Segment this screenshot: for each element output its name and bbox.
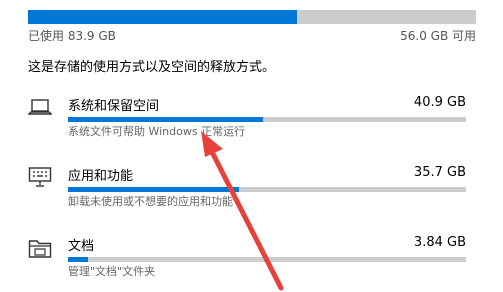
category-size: 35.7 GB xyxy=(413,165,466,180)
free-space-label: 56.0 GB 可用 xyxy=(400,29,476,43)
category-name: 系统和保留空间 xyxy=(68,99,160,114)
category-usage-bar xyxy=(68,187,466,192)
category-subtitle: 管理"文档"文件夹 xyxy=(68,265,156,278)
total-usage-fill xyxy=(28,10,297,24)
category-usage-bar xyxy=(68,117,466,122)
category-documents[interactable]: 文档 3.84 GB 管理"文档"文件夹 xyxy=(28,235,475,285)
category-name: 文档 xyxy=(68,239,95,254)
category-apps-features[interactable]: 应用和功能 35.7 GB 卸载未使用或不想要的应用和功能 xyxy=(28,165,475,215)
storage-description: 这是存储的使用方式以及空间的释放方式。 xyxy=(28,60,276,75)
category-system-reserved[interactable]: 系统和保留空间 40.9 GB 系统文件可帮助 Windows 正常运行 xyxy=(28,95,475,145)
used-space-label: 已使用 83.9 GB xyxy=(28,29,116,43)
keyboard-monitor-icon xyxy=(28,167,52,187)
storage-page: 已使用 83.9 GB 56.0 GB 可用 这是存储的使用方式以及空间的释放方… xyxy=(0,0,503,292)
category-usage-fill xyxy=(68,257,88,262)
total-usage-bar xyxy=(28,10,476,24)
laptop-icon xyxy=(28,99,52,115)
category-usage-bar xyxy=(68,257,466,262)
category-name: 应用和功能 xyxy=(68,169,134,184)
folder-icon xyxy=(28,240,52,258)
category-subtitle: 系统文件可帮助 Windows 正常运行 xyxy=(68,125,246,138)
category-usage-fill xyxy=(68,117,264,122)
category-size: 3.84 GB xyxy=(413,235,466,250)
category-subtitle: 卸载未使用或不想要的应用和功能 xyxy=(68,195,233,208)
category-usage-fill xyxy=(68,187,240,192)
category-size: 40.9 GB xyxy=(413,95,466,110)
